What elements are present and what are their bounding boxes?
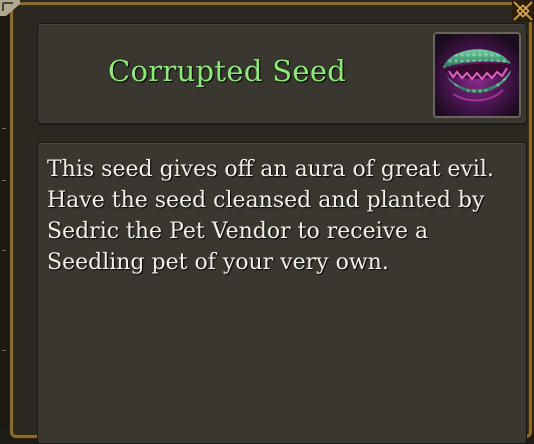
frame-ornament	[2, 180, 6, 181]
frame-ornament	[2, 350, 6, 351]
description-panel: This seed gives off an aura of great evi…	[37, 142, 527, 444]
title-panel: Corrupted Seed	[37, 23, 527, 125]
corner-ornament-icon	[512, 0, 534, 22]
tooltip-border: Corrupted Seed This seed gives off an au…	[10, 2, 532, 444]
corrupted-seed-icon	[435, 34, 519, 116]
close-corner-icon[interactable]	[0, 0, 20, 16]
frame-ornament	[2, 128, 6, 129]
item-icon-slot	[433, 32, 521, 118]
frame-ornament	[2, 250, 6, 251]
item-description: This seed gives off an aura of great evi…	[47, 157, 494, 275]
item-title: Corrupted Seed	[108, 54, 347, 88]
item-tooltip-window: Corrupted Seed This seed gives off an au…	[0, 0, 534, 444]
side-frame-strip	[0, 0, 10, 427]
